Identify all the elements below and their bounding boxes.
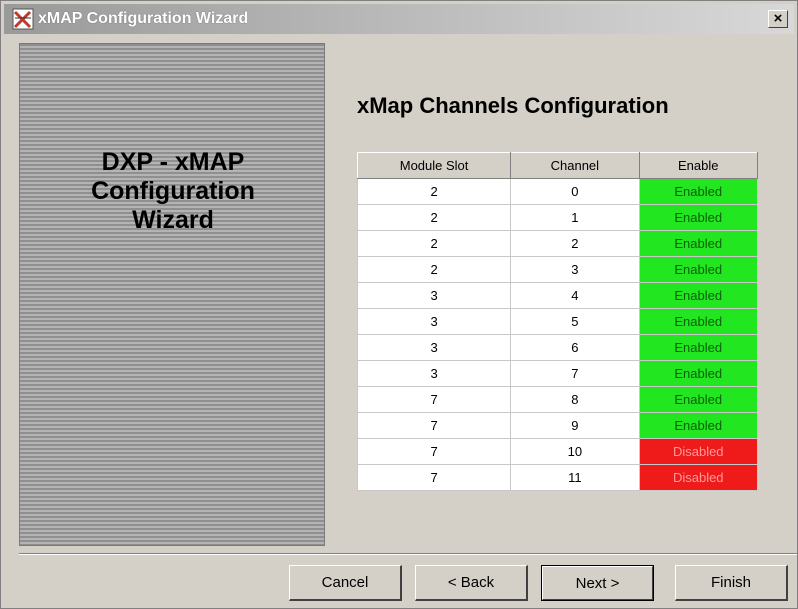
channel-cell[interactable]: 11 [510, 464, 640, 491]
enable-cell[interactable]: Enabled [638, 282, 759, 309]
channels-table: Module Slot Channel Enable 2 0 Enabled 2… [356, 152, 759, 491]
finish-button[interactable]: Finish [675, 565, 788, 601]
title-bar[interactable]: xMAP Configuration Wizard × [4, 4, 794, 34]
channel-cell[interactable]: 8 [510, 386, 640, 413]
channel-cell[interactable]: 9 [510, 412, 640, 439]
module-slot-cell[interactable]: 2 [356, 178, 512, 205]
module-slot-cell[interactable]: 2 [356, 204, 512, 231]
enable-cell[interactable]: Enabled [638, 308, 759, 335]
column-header-enable[interactable]: Enable [638, 152, 759, 179]
wizard-sidebar: DXP - xMAP Configuration Wizard [19, 43, 325, 546]
column-header-channel[interactable]: Channel [510, 152, 640, 179]
module-slot-cell[interactable]: 7 [356, 464, 512, 491]
table-row: 3 4 Enabled [356, 282, 759, 309]
next-button[interactable]: Next > [541, 565, 654, 601]
module-slot-cell[interactable]: 7 [356, 438, 512, 465]
table-row: 7 10 Disabled [356, 438, 759, 465]
enable-cell[interactable]: Enabled [638, 360, 759, 387]
channel-cell[interactable]: 6 [510, 334, 640, 361]
table-row: 2 1 Enabled [356, 204, 759, 231]
channel-cell[interactable]: 10 [510, 438, 640, 465]
channel-cell[interactable]: 3 [510, 256, 640, 283]
enable-cell[interactable]: Enabled [638, 412, 759, 439]
module-slot-cell[interactable]: 3 [356, 334, 512, 361]
table-header-row: Module Slot Channel Enable [356, 152, 759, 179]
channel-cell[interactable]: 4 [510, 282, 640, 309]
channel-cell[interactable]: 2 [510, 230, 640, 257]
channel-cell[interactable]: 7 [510, 360, 640, 387]
button-bar-divider [19, 553, 797, 555]
table-row: 7 11 Disabled [356, 464, 759, 491]
module-slot-cell[interactable]: 3 [356, 308, 512, 335]
enable-cell[interactable]: Enabled [638, 334, 759, 361]
enable-cell[interactable]: Enabled [638, 178, 759, 205]
enable-cell[interactable]: Disabled [638, 438, 759, 465]
enable-cell[interactable]: Enabled [638, 256, 759, 283]
table-row: 3 5 Enabled [356, 308, 759, 335]
table-row: 2 3 Enabled [356, 256, 759, 283]
page-title: xMap Channels Configuration [357, 93, 669, 118]
enable-cell[interactable]: Disabled [638, 464, 759, 491]
enable-cell[interactable]: Enabled [638, 204, 759, 231]
cancel-button[interactable]: Cancel [289, 565, 402, 601]
module-slot-cell[interactable]: 7 [356, 412, 512, 439]
back-button[interactable]: < Back [415, 565, 528, 601]
enable-cell[interactable]: Enabled [638, 230, 759, 257]
enable-cell[interactable]: Enabled [638, 386, 759, 413]
wizard-window: xMAP Configuration Wizard × DXP - xMAP C… [0, 0, 798, 609]
table-row: 2 2 Enabled [356, 230, 759, 257]
module-slot-cell[interactable]: 3 [356, 360, 512, 387]
channel-cell[interactable]: 5 [510, 308, 640, 335]
channel-cell[interactable]: 1 [510, 204, 640, 231]
table-row: 7 8 Enabled [356, 386, 759, 413]
window-title: xMAP Configuration Wizard [38, 10, 249, 27]
table-row: 3 7 Enabled [356, 360, 759, 387]
module-slot-cell[interactable]: 2 [356, 256, 512, 283]
xmap-app-icon [12, 8, 34, 30]
channel-cell[interactable]: 0 [510, 178, 640, 205]
module-slot-cell[interactable]: 2 [356, 230, 512, 257]
module-slot-cell[interactable]: 7 [356, 386, 512, 413]
column-header-module-slot[interactable]: Module Slot [356, 152, 512, 179]
table-row: 7 9 Enabled [356, 412, 759, 439]
table-row: 3 6 Enabled [356, 334, 759, 361]
close-icon[interactable]: × [768, 10, 788, 28]
table-row: 2 0 Enabled [356, 178, 759, 205]
module-slot-cell[interactable]: 3 [356, 282, 512, 309]
sidebar-title: DXP - xMAP Configuration Wizard [91, 148, 255, 234]
